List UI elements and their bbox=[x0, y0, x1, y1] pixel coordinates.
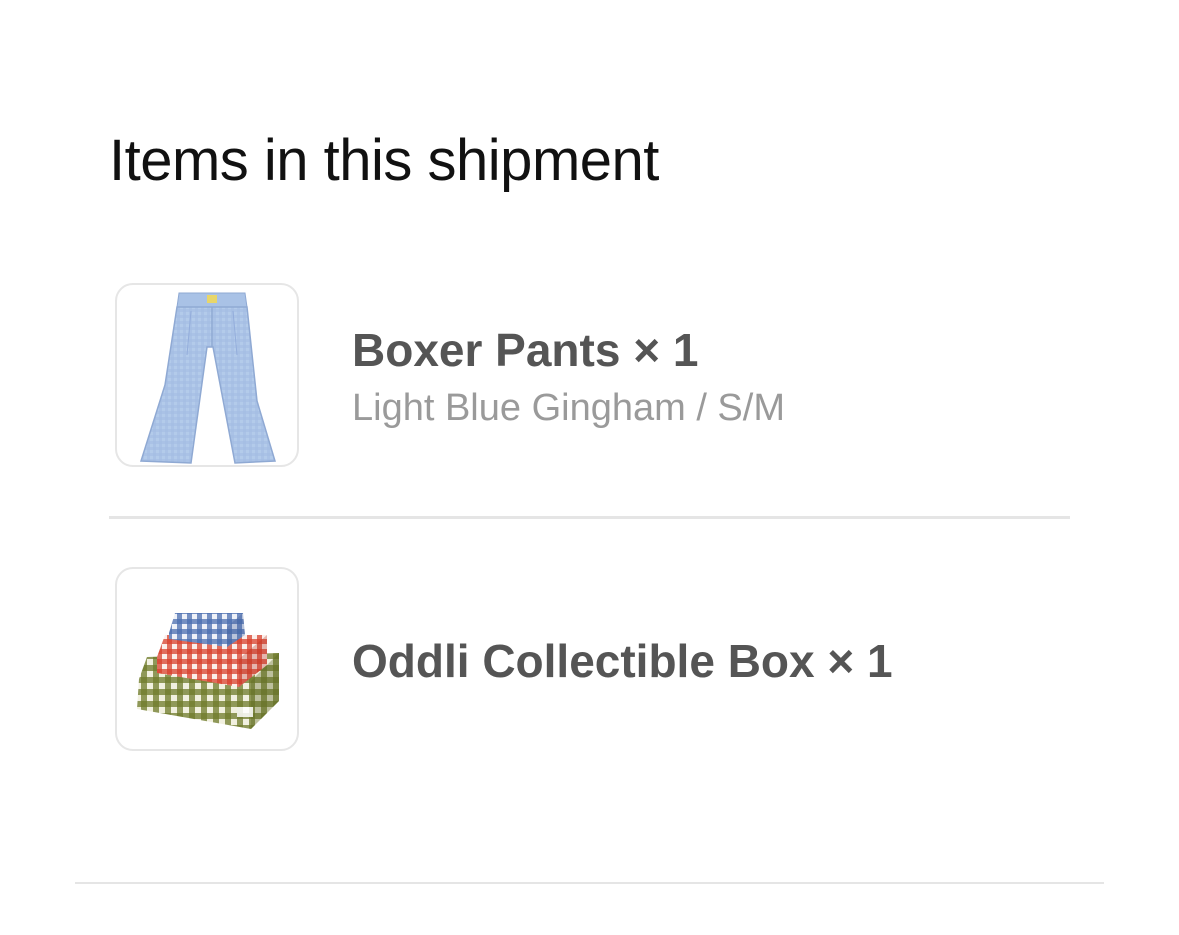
product-thumbnail[interactable] bbox=[115, 283, 299, 467]
list-item[interactable]: Boxer Pants × 1 Light Blue Gingham / S/M bbox=[0, 283, 1179, 469]
list-item[interactable]: Oddli Collectible Box × 1 bbox=[0, 567, 1179, 753]
boxer-pants-image bbox=[139, 292, 276, 464]
item-divider bbox=[109, 516, 1070, 519]
product-thumbnail[interactable] bbox=[115, 567, 299, 751]
item-title: Oddli Collectible Box × 1 bbox=[352, 635, 893, 687]
collectible-boxes-image bbox=[137, 613, 279, 729]
section-divider bbox=[75, 882, 1104, 884]
item-title: Boxer Pants × 1 bbox=[352, 324, 699, 376]
page-title: Items in this shipment bbox=[109, 128, 659, 193]
item-variant: Light Blue Gingham / S/M bbox=[352, 387, 785, 429]
